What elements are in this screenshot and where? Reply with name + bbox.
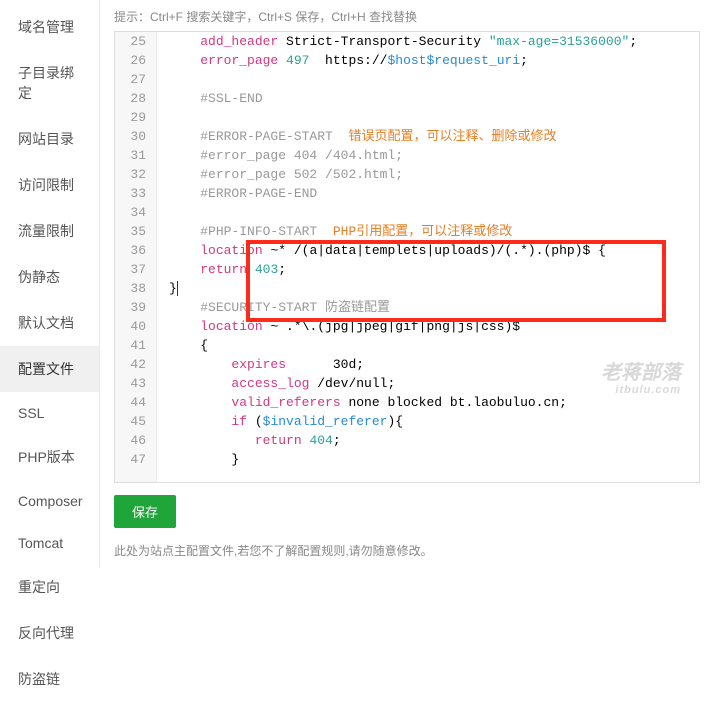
sidebar-item-1[interactable]: 子目录绑定 [0,50,99,116]
sidebar-item-14[interactable]: 防盗链 [0,656,99,702]
sidebar-item-11[interactable]: Tomcat [0,522,99,564]
code-line[interactable]: #SSL-END [161,89,699,108]
sidebar-item-8[interactable]: SSL [0,392,99,434]
code-line[interactable]: #SECURITY-START 防盗链配置 [161,298,699,317]
code-line[interactable]: return 404; [161,431,699,450]
sidebar: 域名管理子目录绑定网站目录访问限制流量限制伪静态默认文档配置文件SSLPHP版本… [0,0,100,568]
code-line[interactable]: #error_page 404 /404.html; [161,146,699,165]
code-line[interactable]: location ~* /(a|data|templets|uploads)/(… [161,241,699,260]
code-line[interactable]: } [161,279,699,298]
code-line[interactable]: if ($invalid_referer){ [161,412,699,431]
sidebar-item-3[interactable]: 访问限制 [0,162,99,208]
code-line[interactable]: add_header Strict-Transport-Security "ma… [161,32,699,51]
code-line[interactable] [161,203,699,222]
line-gutter: 2526272829303132333435363738394041424344… [115,32,157,482]
config-note: 此处为站点主配置文件,若您不了解配置规则,请勿随意修改。 [114,542,700,559]
sidebar-item-0[interactable]: 域名管理 [0,4,99,50]
code-line[interactable]: #PHP-INFO-START PHP引用配置，可以注释或修改 [161,222,699,241]
sidebar-item-13[interactable]: 反向代理 [0,610,99,656]
code-line[interactable] [161,108,699,127]
code-line[interactable]: #ERROR-PAGE-END [161,184,699,203]
code-line[interactable]: access_log /dev/null; [161,374,699,393]
code-line[interactable]: return 403; [161,260,699,279]
editor-hint: 提示：Ctrl+F 搜索关键字，Ctrl+S 保存，Ctrl+H 查找替换 [114,8,700,25]
code-line[interactable] [161,70,699,89]
code-area[interactable]: add_header Strict-Transport-Security "ma… [157,32,699,482]
sidebar-item-10[interactable]: Composer [0,480,99,522]
save-button[interactable]: 保存 [114,495,176,528]
sidebar-item-9[interactable]: PHP版本 [0,434,99,480]
code-line[interactable]: { [161,336,699,355]
code-line[interactable]: #error_page 502 /502.html; [161,165,699,184]
code-line[interactable]: valid_referers none blocked bt.laobuluo.… [161,393,699,412]
sidebar-item-5[interactable]: 伪静态 [0,254,99,300]
sidebar-item-7[interactable]: 配置文件 [0,346,99,392]
code-line[interactable]: } [161,450,699,469]
main-panel: 提示：Ctrl+F 搜索关键字，Ctrl+S 保存，Ctrl+H 查找替换 25… [100,0,718,568]
config-editor[interactable]: 2526272829303132333435363738394041424344… [114,31,700,483]
sidebar-item-12[interactable]: 重定向 [0,564,99,610]
code-line[interactable]: expires 30d; [161,355,699,374]
code-line[interactable]: error_page 497 https://$host$request_uri… [161,51,699,70]
code-line[interactable]: location ~ .*\.(jpg|jpeg|gif|png|js|css)… [161,317,699,336]
sidebar-item-2[interactable]: 网站目录 [0,116,99,162]
sidebar-item-6[interactable]: 默认文档 [0,300,99,346]
sidebar-item-4[interactable]: 流量限制 [0,208,99,254]
code-line[interactable]: #ERROR-PAGE-START 错误页配置，可以注释、删除或修改 [161,127,699,146]
